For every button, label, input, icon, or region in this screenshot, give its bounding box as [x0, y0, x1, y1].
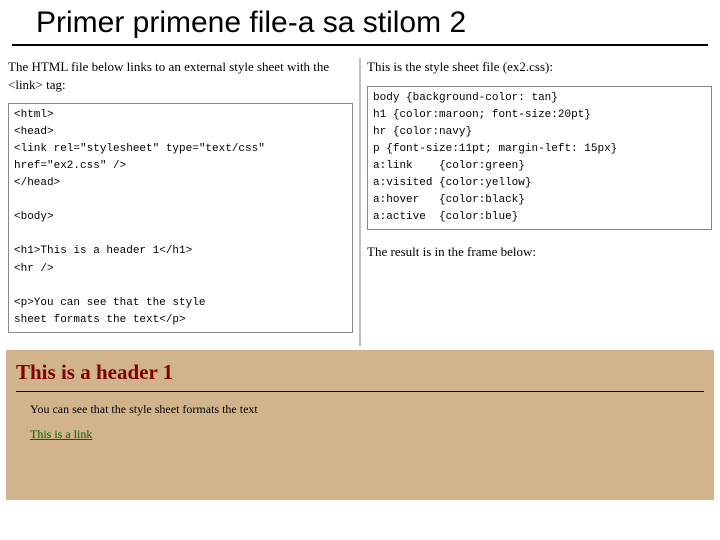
rendered-header: This is a header 1: [16, 360, 704, 385]
left-column: The HTML file below links to an external…: [8, 58, 353, 346]
result-caption: The result is in the frame below:: [367, 244, 712, 260]
rendered-link[interactable]: This is a link: [30, 427, 704, 442]
vertical-divider[interactable]: [359, 58, 361, 346]
rendered-hr: [16, 391, 704, 392]
right-column: This is the style sheet file (ex2.css): …: [367, 58, 712, 346]
right-intro-text: This is the style sheet file (ex2.css):: [367, 58, 712, 76]
css-code-box: body {background-color: tan} h1 {color:m…: [367, 86, 712, 230]
rendered-paragraph: You can see that the style sheet formats…: [30, 402, 704, 417]
html-code-box: <html> <head> <link rel="stylesheet" typ…: [8, 103, 353, 333]
left-intro-text: The HTML file below links to an external…: [8, 58, 353, 93]
two-column-content: The HTML file below links to an external…: [0, 46, 720, 346]
rendered-result-frame: This is a header 1 You can see that the …: [6, 350, 714, 500]
slide-title: Primer primene file-a sa stilom 2: [12, 0, 708, 46]
